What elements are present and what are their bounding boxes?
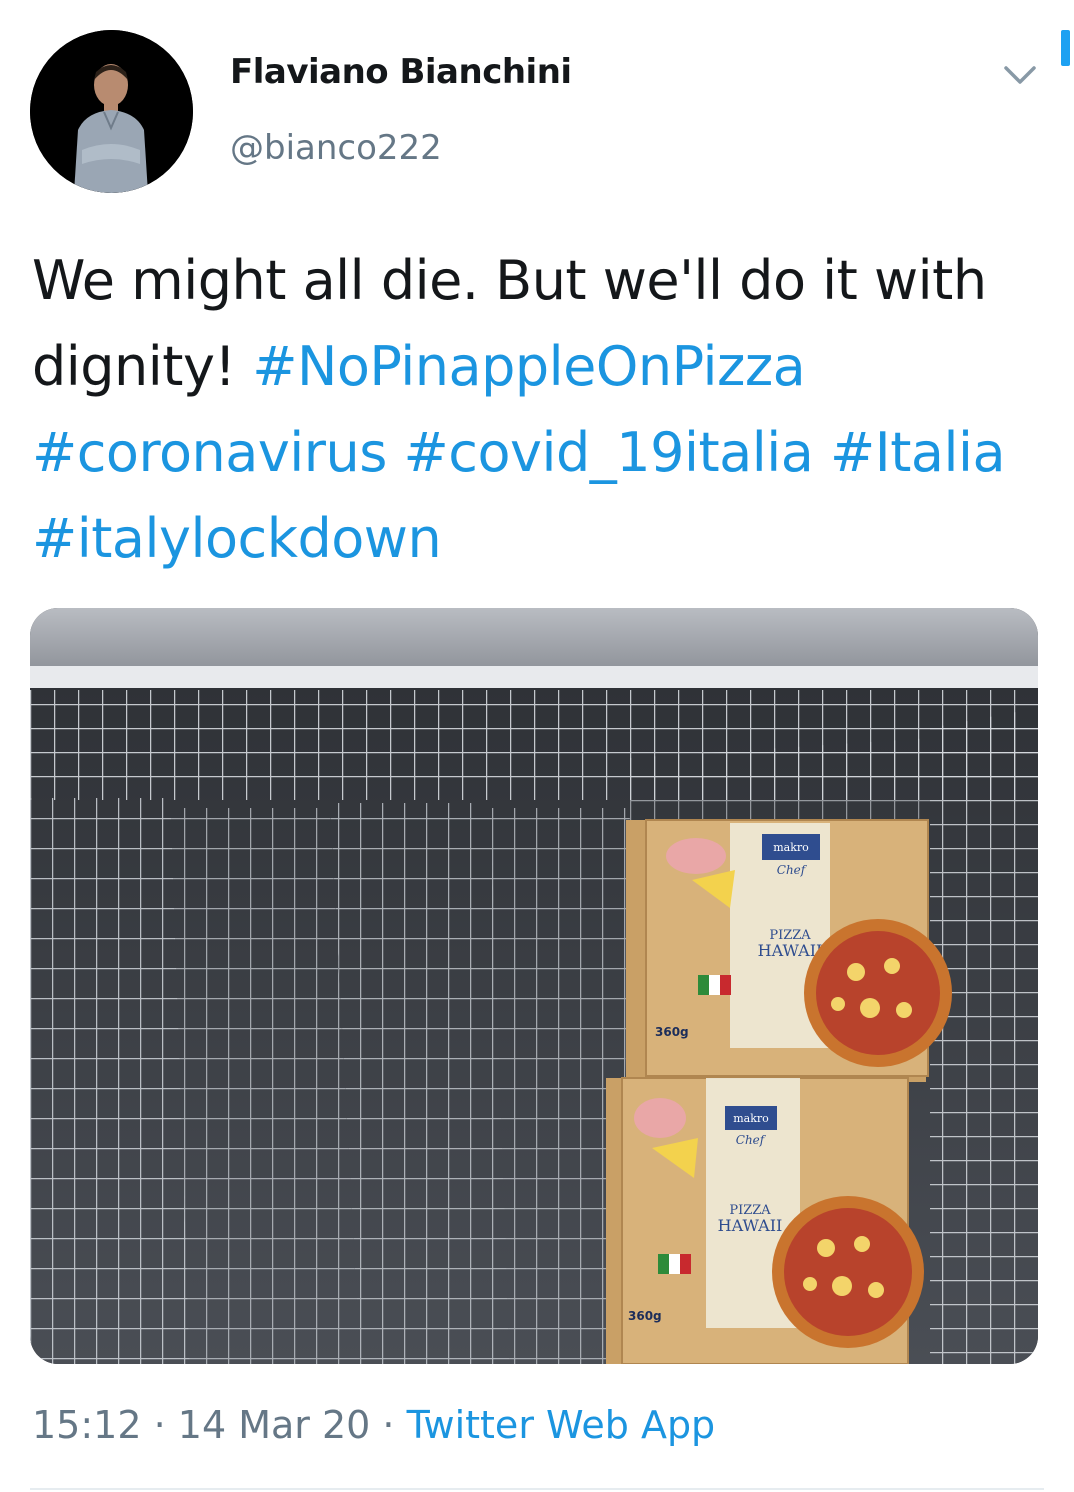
tweet-line-1: We might all die. But we'll do it with — [32, 249, 987, 312]
freezer-photo: makro Chef PIZZA HAWAII 360g makro Chef … — [30, 608, 1038, 1364]
tweet-meta: 15:12 · 14 Mar 20 · Twitter Web App — [32, 1403, 715, 1447]
box-title-2: HAWAII — [718, 1216, 783, 1235]
tweet-line-2: dignity! #NoPinappleOnPizza — [32, 324, 1042, 410]
meta-separator: · — [370, 1403, 407, 1447]
avatar-photo — [30, 30, 193, 193]
tweet-time: 15:12 — [32, 1403, 142, 1447]
tweet-date: 14 Mar 20 — [177, 1403, 371, 1447]
pizza-box: makro Chef PIZZA HAWAII 360g — [626, 819, 952, 1082]
tweet-media-photo[interactable]: makro Chef PIZZA HAWAII 360g makro Chef … — [30, 608, 1038, 1364]
box-sub: Chef — [777, 863, 808, 877]
tweet-text-fragment: dignity! — [32, 335, 236, 398]
hashtag-link[interactable]: #coronavirus — [32, 421, 387, 484]
box-title-2: HAWAII — [758, 941, 823, 960]
box-weight: 360g — [628, 1309, 662, 1323]
avatar[interactable] — [30, 30, 193, 193]
author-display-name[interactable]: Flaviano Bianchini — [230, 52, 572, 92]
author-handle[interactable]: @bianco222 — [230, 128, 442, 168]
chevron-down-icon[interactable] — [1000, 62, 1040, 88]
tweet-source-link[interactable]: Twitter Web App — [407, 1403, 716, 1447]
box-brand: makro — [773, 841, 809, 854]
box-weight: 360g — [655, 1025, 689, 1039]
hashtag-link[interactable]: #covid_19italia — [404, 421, 814, 484]
hashtag-link[interactable]: #italylockdown — [32, 507, 442, 570]
scroll-indicator — [1061, 30, 1070, 66]
hashtag-link[interactable]: #NoPinappleOnPizza — [252, 335, 806, 398]
tweet-line-3: #coronavirus #covid_19italia #Italia — [32, 410, 1042, 496]
pizza-box: makro Chef PIZZA HAWAII 360g — [606, 1077, 924, 1364]
tweet-line-4: #italylockdown — [32, 496, 1042, 582]
box-sub: Chef — [736, 1133, 767, 1147]
box-brand: makro — [733, 1112, 769, 1125]
hashtag-link[interactable]: #Italia — [830, 421, 1006, 484]
divider — [30, 1488, 1044, 1490]
meta-separator: · — [141, 1403, 178, 1447]
tweet-text: We might all die. But we'll do it with d… — [32, 238, 1042, 582]
